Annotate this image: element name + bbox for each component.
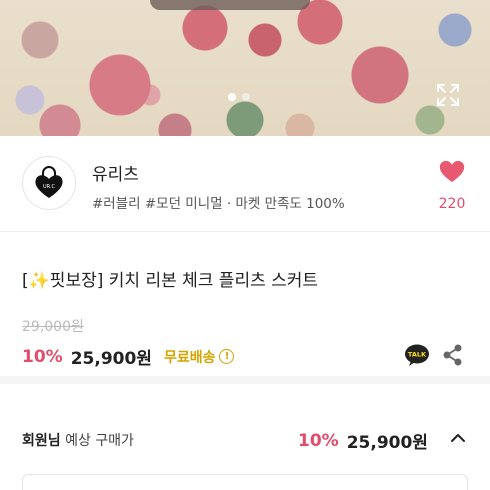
gallery-dot-active[interactable] (228, 93, 236, 101)
discount-rate: 10% (22, 346, 63, 367)
member-price: 10% 25,900원 (298, 428, 428, 454)
expand-icon[interactable] (434, 81, 462, 109)
product-info: [✨핏보장] 키치 리본 체크 플리츠 스커트 29,000원 10% 25,9… (0, 232, 490, 384)
svg-text:UR.C: UR.C (43, 184, 56, 190)
product-title: [✨핏보장] 키치 리본 체크 플리츠 스커트 (22, 271, 319, 291)
member-label-strong: 회원님 (22, 433, 61, 449)
member-price-section[interactable]: 회원님 예상 구매가 10% 25,900원 (0, 392, 490, 490)
image-detail (150, 0, 310, 10)
free-shipping-badge: 무료배송 (163, 349, 216, 366)
heart-icon (439, 160, 465, 182)
seller-section: UR.C 유리츠 #러블리 #모던 미니멀 · 마켓 만족도 100% 220 (0, 136, 490, 232)
product-image-gallery[interactable] (0, 0, 490, 136)
member-discount-rate: 10% (298, 430, 339, 451)
member-sale-price: 25,900원 (346, 433, 428, 453)
kakao-talk-icon[interactable]: TALK (404, 343, 430, 367)
heart-lock-logo-icon: UR.C (35, 166, 63, 198)
member-price-details (22, 474, 468, 490)
price-row: 10% 25,900원 무료배송 ! (22, 344, 235, 369)
seller-avatar[interactable]: UR.C (22, 156, 76, 210)
svg-text:TALK: TALK (408, 351, 427, 359)
original-price: 29,000원 (22, 319, 84, 335)
like-count: 220 (438, 196, 466, 212)
gallery-pagination (228, 93, 250, 101)
share-icon[interactable] (442, 343, 464, 367)
seller-tags: #러블리 #모던 미니멀 · 마켓 만족도 100% (92, 196, 345, 212)
like-button[interactable]: 220 (432, 158, 472, 212)
member-price-label: 회원님 예상 구매가 (22, 430, 134, 450)
member-label-rest: 예상 구매가 (60, 433, 134, 449)
seller-name[interactable]: 유리츠 (92, 160, 139, 185)
sale-price: 25,900원 (70, 349, 152, 369)
gallery-dot[interactable] (242, 93, 250, 101)
info-icon[interactable]: ! (219, 349, 235, 364)
chevron-up-icon[interactable] (450, 432, 466, 444)
